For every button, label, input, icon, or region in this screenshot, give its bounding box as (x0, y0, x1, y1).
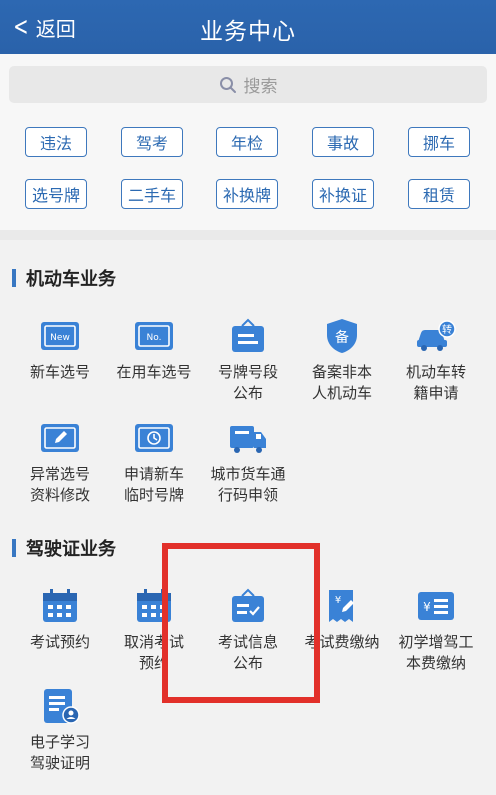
yen-list-icon: ¥ (418, 592, 454, 620)
notice-board-icon (232, 318, 264, 352)
chip-used-car[interactable]: 二手车 (121, 179, 183, 209)
truck-icon (230, 426, 266, 453)
car-transfer-icon: 转 (417, 320, 456, 351)
calendar-cancel-icon (137, 589, 171, 622)
section-title-text: 驾驶证业务 (26, 539, 116, 560)
tile-label: 异常选号 资料修改 (29, 465, 90, 504)
section-accent-bar (12, 539, 16, 557)
chip-driving-exam[interactable]: 驾考 (121, 127, 183, 157)
tile-label: 申请新车 临时号牌 (123, 465, 184, 504)
chip-replace-plate[interactable]: 补换牌 (216, 179, 278, 209)
chip-violation[interactable]: 违法 (25, 127, 87, 157)
tile-label: 取消考试 预约 (123, 633, 184, 672)
chip-move-car[interactable]: 挪车 (408, 127, 470, 157)
fee-receipt-icon: ¥ (329, 590, 354, 622)
edit-plate-icon (41, 424, 79, 452)
tile-label: 考试信息 公布 (217, 633, 278, 672)
exam-notice-icon (232, 588, 264, 622)
section-accent-bar (12, 269, 16, 287)
section-divider (0, 230, 496, 240)
tile-label: 备案非本 人机动车 (311, 363, 372, 402)
tile-label: 新车选号 (29, 363, 90, 381)
temporary-plate-icon (135, 424, 173, 452)
tile-label: 城市货车通 行码申领 (210, 465, 286, 504)
e-certificate-icon (44, 689, 80, 724)
chip-select-plate[interactable]: 选号牌 (25, 179, 87, 209)
section-title-license: 驾驶证业务 (12, 537, 116, 560)
tile-label: 考试费缴纳 (304, 633, 380, 651)
tile-label: 在用车选号 (116, 363, 192, 381)
svg-text:No.: No. (147, 333, 162, 343)
chip-accident[interactable]: 事故 (312, 127, 374, 157)
svg-text:¥: ¥ (423, 600, 431, 614)
chip-replace-license[interactable]: 补换证 (312, 179, 374, 209)
svg-text:New: New (50, 333, 70, 343)
svg-text:转: 转 (442, 323, 452, 336)
chip-rental[interactable]: 租赁 (408, 179, 470, 209)
header-bar: < 返回 业务中心 (0, 0, 496, 54)
tile-label: 电子学习 驾驶证明 (29, 733, 90, 772)
chip-annual-inspection[interactable]: 年检 (216, 127, 278, 157)
tile-label: 初学增驾工 本费缴纳 (398, 633, 474, 672)
section-title-text: 机动车业务 (26, 269, 116, 290)
section-title-vehicle: 机动车业务 (12, 267, 116, 290)
record-shield-icon: 备 (327, 319, 357, 353)
search-icon (219, 76, 236, 93)
no-plate-icon: No. (135, 322, 173, 350)
tile-label: 考试预约 (29, 633, 90, 651)
tile-label: 号牌号段 公布 (217, 363, 278, 402)
calendar-icon (43, 589, 77, 622)
search-bar[interactable]: 搜索 (9, 66, 487, 103)
svg-text:¥: ¥ (335, 595, 341, 606)
new-plate-icon: New (41, 322, 79, 350)
tile-label: 机动车转 籍申请 (405, 363, 466, 402)
search-placeholder: 搜索 (243, 77, 278, 97)
svg-text:备: 备 (335, 329, 349, 346)
page-title: 业务中心 (200, 19, 296, 45)
